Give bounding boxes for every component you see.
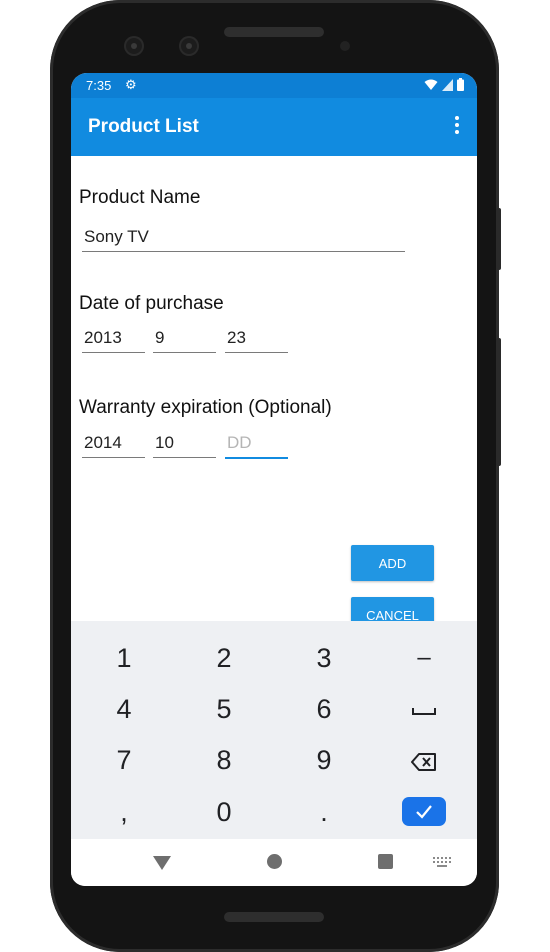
purchase-year-input[interactable]: 2013 (82, 324, 145, 353)
warranty-year-value: 2014 (84, 433, 122, 452)
status-bar: 7:35 ⚙ (71, 73, 477, 98)
warranty-label: Warranty expiration (Optional) (79, 397, 332, 418)
product-name-input[interactable]: Sony TV (82, 223, 405, 252)
purchase-month-input[interactable]: 9 (153, 324, 216, 353)
enter-key[interactable] (402, 797, 446, 826)
purchase-year-value: 2013 (84, 328, 122, 347)
key-0[interactable]: 0 (174, 787, 274, 837)
key-comma[interactable]: , (74, 787, 174, 837)
front-camera-icon (124, 36, 144, 56)
key-1[interactable]: 1 (74, 633, 174, 683)
key-7[interactable]: 7 (74, 735, 174, 785)
page-title: Product List (88, 116, 199, 137)
product-name-label: Product Name (79, 187, 201, 208)
purchase-day-value: 23 (227, 328, 246, 347)
key-backspace[interactable] (374, 735, 474, 785)
key-9[interactable]: 9 (274, 735, 374, 785)
power-button (496, 208, 501, 270)
purchase-month-value: 9 (155, 328, 165, 347)
recents-icon[interactable] (378, 854, 393, 869)
product-name-value: Sony TV (84, 227, 149, 246)
warranty-day-input[interactable]: DD (225, 429, 288, 459)
space-icon (412, 707, 436, 715)
purchase-day-input[interactable]: 23 (225, 324, 288, 353)
earpiece-speaker (224, 27, 324, 37)
backspace-icon (411, 752, 436, 771)
app-bar: Product List (71, 98, 477, 156)
purchase-date-label: Date of purchase (79, 293, 224, 314)
home-icon[interactable] (267, 854, 282, 869)
warranty-day-placeholder: DD (227, 433, 252, 452)
proximity-sensor (340, 41, 350, 51)
wifi-icon (424, 79, 438, 90)
gear-icon: ⚙ (125, 77, 137, 92)
warranty-month-input[interactable]: 10 (153, 429, 216, 458)
signal-icon (442, 78, 453, 91)
numeric-keyboard: 1 2 3 – 4 5 6 7 8 9 , 0 . (71, 621, 477, 839)
key-2[interactable]: 2 (174, 633, 274, 683)
key-period[interactable]: . (274, 787, 374, 837)
key-8[interactable]: 8 (174, 735, 274, 785)
navigation-bar (71, 839, 477, 886)
key-4[interactable]: 4 (74, 684, 174, 734)
volume-button (496, 338, 501, 466)
status-time: 7:35 (86, 78, 112, 93)
keyboard-switch-icon[interactable] (433, 857, 451, 867)
overflow-menu-icon[interactable] (451, 114, 463, 138)
back-icon[interactable] (153, 856, 171, 870)
key-space[interactable] (374, 684, 474, 734)
status-icons (424, 78, 464, 91)
key-6[interactable]: 6 (274, 684, 374, 734)
battery-icon (457, 78, 464, 91)
bottom-speaker (224, 912, 324, 922)
warranty-year-input[interactable]: 2014 (82, 429, 145, 458)
key-3[interactable]: 3 (274, 633, 374, 683)
key-5[interactable]: 5 (174, 684, 274, 734)
screen: 7:35 ⚙ Product List Product Name Sony TV… (71, 73, 477, 886)
warranty-month-value: 10 (155, 433, 174, 452)
check-icon (416, 805, 432, 819)
add-button[interactable]: ADD (351, 545, 434, 581)
key-minus[interactable]: – (374, 633, 474, 683)
front-camera-icon (179, 36, 199, 56)
